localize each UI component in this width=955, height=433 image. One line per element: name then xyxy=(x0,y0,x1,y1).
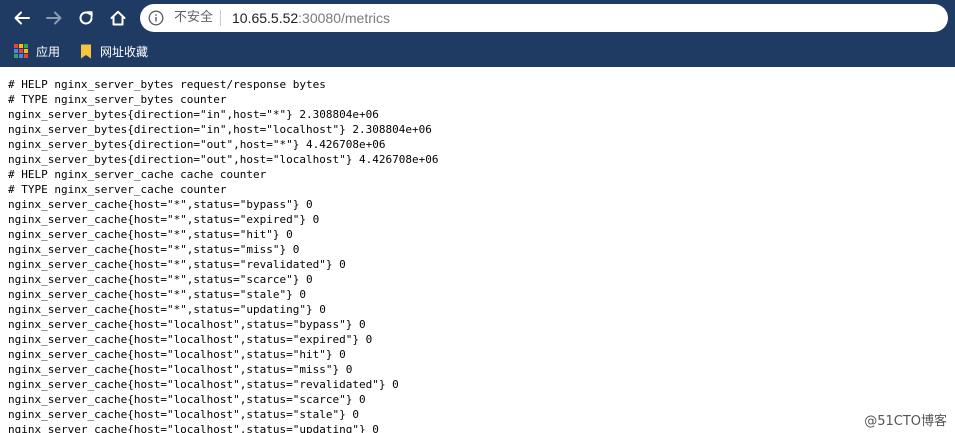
page-content: # HELP nginx_server_bytes request/respon… xyxy=(0,67,955,433)
address-divider xyxy=(220,10,221,26)
metrics-line: nginx_server_cache{host="*",status="stal… xyxy=(8,288,307,301)
info-icon[interactable] xyxy=(148,10,164,26)
metrics-line: nginx_server_cache{host="localhost",stat… xyxy=(8,333,373,346)
bookmark-folder-label: 网址收藏 xyxy=(100,44,149,59)
metrics-line: nginx_server_cache{host="localhost",stat… xyxy=(8,363,353,376)
url-path: :30080/metrics xyxy=(298,10,390,26)
home-button[interactable] xyxy=(106,6,130,30)
url-host: 10.65.5.52 xyxy=(232,10,299,26)
bookmark-folder[interactable]: 网址收藏 xyxy=(80,42,148,60)
metrics-line: nginx_server_cache{host="*",status="bypa… xyxy=(8,198,313,211)
reload-icon xyxy=(79,11,93,25)
metrics-line: nginx_server_bytes{direction="in",host="… xyxy=(8,123,432,136)
metrics-line: nginx_server_cache{host="*",status="hit"… xyxy=(8,228,293,241)
metrics-line: nginx_server_bytes{direction="out",host=… xyxy=(8,153,439,166)
metrics-line: nginx_server_cache{host="*",status="expi… xyxy=(8,213,320,226)
bookmark-icon xyxy=(81,44,91,58)
metrics-line: nginx_server_bytes{direction="in",host="… xyxy=(8,108,379,121)
bookmark-apps[interactable]: 应用 xyxy=(14,42,60,60)
home-icon xyxy=(110,10,126,26)
metrics-line: nginx_server_bytes{direction="out",host=… xyxy=(8,138,386,151)
metrics-line: nginx_server_cache{host="localhost",stat… xyxy=(8,348,346,361)
metrics-line: # HELP nginx_server_cache cache counter xyxy=(8,168,267,181)
forward-arrow-icon xyxy=(46,11,62,25)
metrics-line: nginx_server_cache{host="*",status="miss… xyxy=(8,243,300,256)
bookmark-apps-label: 应用 xyxy=(36,44,61,59)
metrics-text: # HELP nginx_server_bytes request/respon… xyxy=(0,67,955,433)
metrics-line: nginx_server_cache{host="localhost",stat… xyxy=(8,423,379,433)
address-bar[interactable]: 不安全 10.65.5.52:30080/metrics xyxy=(140,4,948,32)
metrics-line: nginx_server_cache{host="localhost",stat… xyxy=(8,393,366,406)
url-text[interactable]: 10.65.5.52:30080/metrics xyxy=(232,9,390,27)
back-button[interactable] xyxy=(10,6,34,30)
metrics-line: nginx_server_cache{host="localhost",stat… xyxy=(8,318,366,331)
metrics-line: nginx_server_cache{host="localhost",stat… xyxy=(8,408,359,421)
apps-grid-icon xyxy=(14,44,28,58)
metrics-line: nginx_server_cache{host="localhost",stat… xyxy=(8,378,399,391)
metrics-line: nginx_server_cache{host="*",status="upda… xyxy=(8,303,326,316)
metrics-line: nginx_server_cache{host="*",status="scar… xyxy=(8,273,313,286)
metrics-line: # TYPE nginx_server_bytes counter xyxy=(8,93,227,106)
reload-button[interactable] xyxy=(74,6,98,30)
metrics-line: # TYPE nginx_server_cache counter xyxy=(8,183,227,196)
metrics-line: # HELP nginx_server_bytes request/respon… xyxy=(8,78,326,91)
metrics-line: nginx_server_cache{host="*",status="reva… xyxy=(8,258,346,271)
back-arrow-icon xyxy=(14,11,30,25)
watermark: @51CTO博客 xyxy=(862,410,949,429)
browser-toolbar: 不安全 10.65.5.52:30080/metrics xyxy=(0,0,955,36)
bookmarks-bar: 应用 网址收藏 xyxy=(0,36,955,67)
forward-button[interactable] xyxy=(42,6,66,30)
security-status-label[interactable]: 不安全 xyxy=(174,10,213,26)
